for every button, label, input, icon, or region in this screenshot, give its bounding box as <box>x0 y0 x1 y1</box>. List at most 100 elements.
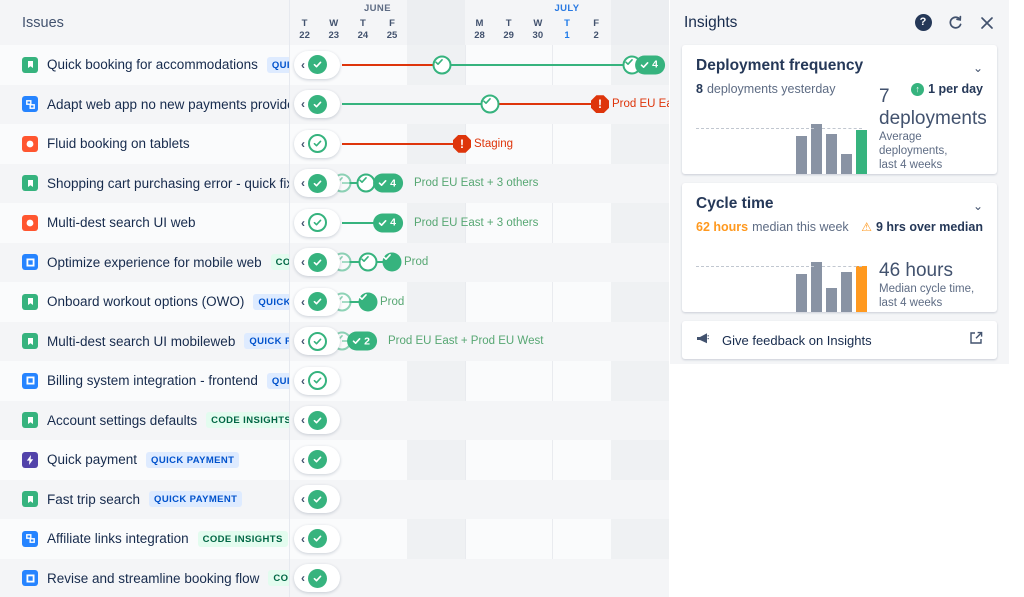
issue-title[interactable]: Fast trip search <box>47 492 140 507</box>
deployment-pill[interactable]: ‹ <box>294 564 340 593</box>
deployment-pill[interactable]: ‹ <box>294 366 340 395</box>
status-check-icon[interactable] <box>308 292 327 312</box>
status-check-icon[interactable] <box>308 55 327 75</box>
timeline-row[interactable]: ‹4Prod EU East + 3 others <box>290 163 669 203</box>
chevron-left-icon[interactable]: ‹ <box>301 177 305 189</box>
issue-row[interactable]: Billing system integration - frontend QUI… <box>0 361 289 401</box>
status-check-icon[interactable] <box>308 410 327 430</box>
issue-title[interactable]: Adapt web app no new payments provider <box>47 97 289 112</box>
issue-title[interactable]: Account settings defaults <box>47 413 197 428</box>
issue-tag[interactable]: CODE INSIGHTS <box>270 254 289 271</box>
deployment-pill[interactable]: ‹ <box>294 50 340 79</box>
issue-row[interactable]: Quick payment QUICK PAYMENT <box>0 440 289 480</box>
issue-title[interactable]: Shopping cart purchasing error - quick f… <box>47 176 289 191</box>
deployment-pill[interactable]: ‹ <box>294 129 340 158</box>
issue-title[interactable]: Affiliate links integration <box>47 531 189 546</box>
timeline-row[interactable]: ‹ <box>290 558 669 597</box>
timeline-row[interactable]: ‹!Prod EU East <box>290 84 669 124</box>
issue-tag[interactable]: QUICK PAYMENT <box>266 56 289 73</box>
deployment-pill[interactable]: ‹ <box>294 169 340 198</box>
close-icon[interactable] <box>977 13 997 33</box>
chevron-down-icon[interactable]: ⌄ <box>973 195 983 213</box>
issue-title[interactable]: Billing system integration - frontend <box>47 373 258 388</box>
timeline-row[interactable]: ‹4Prod EU East + 3 others <box>290 45 669 85</box>
issue-title[interactable]: Quick booking for accommodations <box>47 57 258 72</box>
issue-row[interactable]: Fluid booking on tablets <box>0 124 289 164</box>
refresh-icon[interactable] <box>945 13 965 33</box>
issue-title[interactable]: Fluid booking on tablets <box>47 136 190 151</box>
issue-title[interactable]: Onboard workout options (OWO) <box>47 294 244 309</box>
deployment-marker-solid[interactable] <box>382 252 402 272</box>
chevron-left-icon[interactable]: ‹ <box>301 59 305 71</box>
chevron-left-icon[interactable]: ‹ <box>301 375 305 387</box>
help-icon[interactable]: ? <box>913 13 933 33</box>
issue-title[interactable]: Optimize experience for mobile web <box>47 255 262 270</box>
issue-row[interactable]: Multi-dest search UI web <box>0 203 289 243</box>
status-check-icon[interactable] <box>308 252 327 272</box>
external-link-icon[interactable] <box>969 331 983 350</box>
issue-row[interactable]: Adapt web app no new payments provider <box>0 84 289 124</box>
timeline-row[interactable]: ‹ <box>290 519 669 559</box>
give-feedback-row[interactable]: Give feedback on Insights <box>682 321 997 359</box>
issue-row[interactable]: Quick booking for accommodations QUICK PA… <box>0 45 289 85</box>
deployment-pill[interactable]: ‹ <box>294 327 340 356</box>
timeline-row[interactable]: ‹ Prod <box>290 282 669 322</box>
deployment-pill[interactable]: ‹ <box>294 524 340 553</box>
timeline-row[interactable]: ‹! Staging <box>290 124 669 164</box>
timeline-row[interactable]: ‹ <box>290 440 669 480</box>
issue-row[interactable]: Account settings defaults CODE INSIGHTS <box>0 400 289 440</box>
chevron-left-icon[interactable]: ‹ <box>301 414 305 426</box>
status-check-icon[interactable] <box>308 450 327 470</box>
chevron-left-icon[interactable]: ‹ <box>301 138 305 150</box>
issue-tag[interactable]: QUICK PAYMENT <box>244 333 289 350</box>
issue-row[interactable]: Fast trip search QUICK PAYMENT <box>0 479 289 519</box>
issue-tag[interactable]: QUICK PAYMENT <box>149 491 243 508</box>
deployment-count-badge[interactable]: 4 <box>373 213 403 233</box>
issue-tag[interactable]: CODE INSIGHTS <box>206 412 289 429</box>
status-check-icon[interactable] <box>308 371 327 391</box>
deployment-count-badge[interactable]: 4 <box>373 173 403 193</box>
issue-row[interactable]: Affiliate links integration CODE INSIGHTS <box>0 519 289 559</box>
status-check-icon[interactable] <box>308 173 327 193</box>
chevron-left-icon[interactable]: ‹ <box>301 217 305 229</box>
chevron-left-icon[interactable]: ‹ <box>301 454 305 466</box>
issue-row[interactable]: Revise and streamline booking flow CODE I… <box>0 558 289 597</box>
issue-row[interactable]: Onboard workout options (OWO) QUICK PAYME… <box>0 282 289 322</box>
insight-card[interactable]: Deployment frequency ⌄ 8 deployments yester… <box>682 45 997 174</box>
deployment-pill[interactable]: ‹ <box>294 208 340 237</box>
timeline-row[interactable]: ‹ Prod <box>290 242 669 282</box>
issue-title[interactable]: Quick payment <box>47 452 137 467</box>
issue-tag[interactable]: CODE INSIGHTS <box>197 530 288 547</box>
deployment-count-badge[interactable]: 2 <box>347 331 377 351</box>
status-check-icon[interactable] <box>308 529 327 549</box>
issue-row[interactable]: Optimize experience for mobile web CODE I… <box>0 242 289 282</box>
issue-tag[interactable]: QUICK PAYMENT <box>146 451 240 468</box>
error-marker-icon[interactable]: ! <box>453 134 471 153</box>
issue-tag[interactable]: QUICK PAYMENT <box>266 372 289 389</box>
timeline-row[interactable]: ‹ 2 Prod EU East + Prod EU West <box>290 321 669 361</box>
deployment-pill[interactable]: ‹ <box>294 287 340 316</box>
status-check-icon[interactable] <box>308 213 327 233</box>
deployment-pill[interactable]: ‹ <box>294 248 340 277</box>
issue-row[interactable]: Shopping cart purchasing error - quick f… <box>0 163 289 203</box>
status-check-icon[interactable] <box>308 94 327 114</box>
error-marker-icon[interactable]: ! <box>591 95 609 114</box>
deployment-pill[interactable]: ‹ <box>294 445 340 474</box>
deployment-marker-solid[interactable] <box>358 292 378 312</box>
status-check-icon[interactable] <box>308 331 327 351</box>
chevron-left-icon[interactable]: ‹ <box>301 533 305 545</box>
chevron-left-icon[interactable]: ‹ <box>301 493 305 505</box>
timeline-row[interactable]: ‹ <box>290 361 669 401</box>
deployment-pill[interactable]: ‹ <box>294 406 340 435</box>
issue-title[interactable]: Revise and streamline booking flow <box>47 571 259 586</box>
deployment-marker-open[interactable] <box>480 94 500 114</box>
chevron-left-icon[interactable]: ‹ <box>301 98 305 110</box>
insight-card[interactable]: Cycle time ⌄ 62 hours median this week ⚠ 9 hr… <box>682 183 997 312</box>
chevron-left-icon[interactable]: ‹ <box>301 572 305 584</box>
issue-title[interactable]: Multi-dest search UI mobileweb <box>47 334 235 349</box>
timeline-row[interactable]: ‹ <box>290 400 669 440</box>
timeline-row[interactable]: ‹4Prod EU East + 3 others <box>290 203 669 243</box>
status-check-icon[interactable] <box>308 489 327 509</box>
chevron-left-icon[interactable]: ‹ <box>301 256 305 268</box>
deployment-marker-open[interactable] <box>432 55 452 75</box>
